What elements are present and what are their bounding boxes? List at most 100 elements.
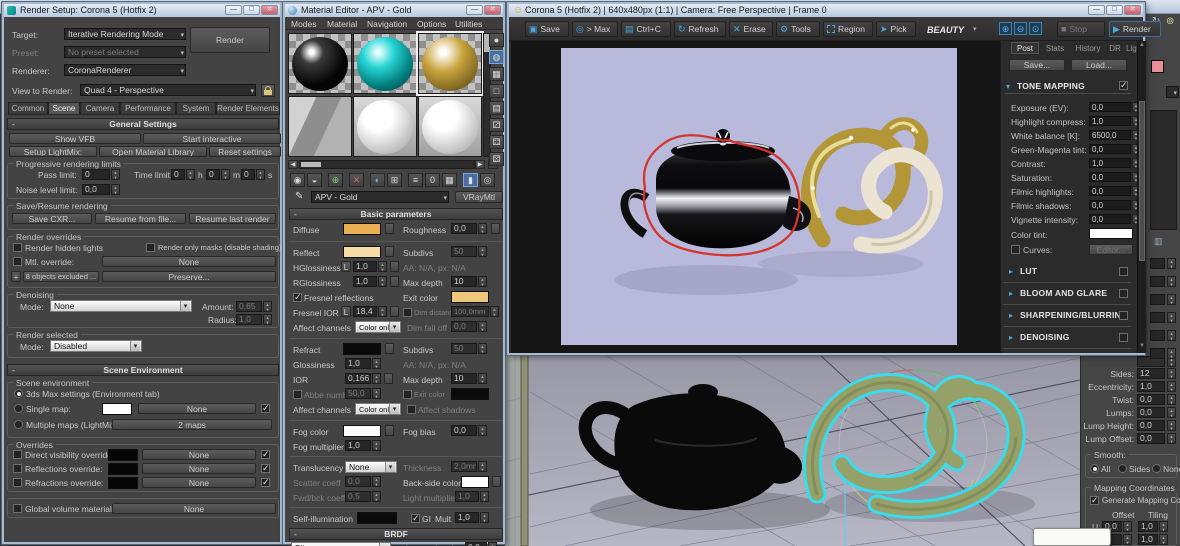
slots-hscroll-right[interactable]: ▶ [475, 160, 485, 169]
vfb-render-button[interactable]: ▶ Render [1109, 21, 1161, 37]
lut-checkbox[interactable] [1119, 267, 1128, 276]
open-material-library-button[interactable]: Open Material Library [99, 146, 207, 157]
abbe-checkbox[interactable] [293, 390, 302, 399]
uv-tiling-2-icon[interactable]: ⚂ [489, 118, 504, 132]
tab-performance[interactable]: Performance [120, 102, 176, 115]
tab-common[interactable]: Common [8, 102, 48, 115]
fresnel-ior-lock-button[interactable]: L [341, 306, 351, 317]
ior-spinner[interactable] [372, 373, 381, 384]
helpers-icon[interactable]: ⊚ [1166, 16, 1174, 27]
fresnel-ior-map-button[interactable] [390, 306, 399, 317]
scroll-down-icon[interactable]: ▼ [1139, 343, 1145, 349]
vfb-copy-button[interactable]: ▤ Ctrl+C [621, 21, 671, 37]
get-material-icon[interactable]: ◉ [290, 173, 305, 187]
material-name-dropdown[interactable]: APV - Gold [311, 191, 449, 204]
strip-spin-2[interactable] [1167, 276, 1176, 287]
exit-color2-checkbox[interactable] [403, 390, 412, 399]
partial-listbox[interactable] [1150, 110, 1177, 230]
close-button[interactable]: ✕ [261, 5, 278, 15]
lump-offset-field[interactable]: 0,0 [1137, 433, 1165, 444]
time-h-spinner[interactable] [186, 169, 195, 180]
tab-post[interactable]: Post [1011, 42, 1039, 54]
selfillum-swatch[interactable] [357, 512, 397, 524]
put-to-scene-icon[interactable]: ◒ [307, 173, 322, 187]
single-map-swatch[interactable] [102, 403, 132, 415]
reflect-map-button[interactable] [385, 246, 394, 257]
fwdbck-spinner[interactable] [372, 491, 381, 502]
glossiness-field[interactable]: 1,0 [345, 358, 371, 369]
maps-button[interactable]: 2 maps [112, 419, 272, 430]
eccentricity-spinner[interactable] [1167, 381, 1176, 392]
global-volume-none-button[interactable]: None [112, 503, 276, 514]
render-image[interactable] [561, 48, 957, 345]
material-id-icon[interactable]: ⊞ [387, 173, 402, 187]
tone-load-button[interactable]: Load... [1071, 59, 1127, 71]
gi-checkbox[interactable] [411, 513, 420, 524]
assign-to-selection-icon[interactable]: ⊕ [328, 173, 343, 187]
menu-navigation[interactable]: Navigation [367, 19, 407, 29]
material-type-button[interactable]: VRayMtl [455, 191, 503, 203]
menu-options[interactable]: Options [417, 19, 446, 29]
fresnel-checkbox[interactable] [293, 292, 302, 303]
bloom-glare-section[interactable]: ▸ BLOOM AND GLARE [1003, 285, 1131, 305]
zoom-in-icon[interactable]: ⊕ [999, 22, 1012, 35]
rglossiness-spinner[interactable] [378, 276, 387, 287]
vfb-titlebar[interactable]: ☺ Corona 5 (Hotfix 2) | 640x480px (1:1) … [509, 4, 1143, 17]
smooth-sides-radio[interactable] [1118, 464, 1127, 473]
dim-distance-spinner[interactable] [490, 306, 499, 317]
strip-field-4[interactable] [1150, 312, 1165, 323]
vfb-erase-button[interactable]: ✕ Erase [729, 21, 773, 37]
fog-multiplier-spinner[interactable] [372, 440, 381, 451]
perspective-viewport[interactable] [504, 351, 1081, 546]
time-m-spinner[interactable] [221, 169, 230, 180]
refract-max-depth-spinner[interactable] [478, 373, 487, 384]
time-m-field[interactable]: 0 [206, 169, 220, 180]
zoom-fit-icon[interactable]: ⊙ [1029, 22, 1042, 35]
scene-environment-rollout[interactable]: Scene Environment [7, 364, 279, 376]
contrast-field[interactable]: 1,0 [1089, 158, 1131, 168]
denoise-mode-dropdown[interactable]: None [50, 300, 192, 312]
sample-type-sphere-icon[interactable]: ● [489, 33, 504, 47]
anisotropy-field[interactable]: 0,0 [465, 542, 487, 546]
roughness-field[interactable]: 0,0 [451, 223, 477, 234]
max-settings-radio[interactable] [14, 389, 23, 398]
refractions-override-none-button[interactable]: None [142, 477, 256, 488]
roughness-spinner[interactable] [478, 223, 487, 234]
reset-settings-button[interactable]: Reset settings [209, 146, 281, 157]
tab-system[interactable]: System [176, 102, 216, 115]
material-slot-1[interactable] [288, 33, 352, 94]
v-tiling-field[interactable]: 1,0 [1138, 534, 1158, 545]
strip-spin-1[interactable] [1167, 258, 1176, 269]
tone-mapping-checkbox[interactable] [1119, 80, 1128, 91]
scroll-up-icon[interactable]: ▲ [1139, 42, 1145, 48]
v-tiling-spinner[interactable] [1159, 534, 1168, 545]
material-slot-3-selected[interactable] [416, 31, 484, 96]
scatter-spinner[interactable] [372, 476, 381, 487]
light-mult-spinner[interactable] [480, 491, 489, 502]
hglossiness-field[interactable]: 1,0 [353, 261, 377, 272]
tab-dr[interactable]: DR [1106, 42, 1124, 54]
saturation-field[interactable]: 0,0 [1089, 172, 1131, 182]
affect-shadows-checkbox[interactable] [407, 405, 416, 414]
vfb-minimize-button[interactable]: — [1088, 5, 1105, 15]
selfillum-mult-field[interactable]: 1,0 [455, 512, 479, 523]
v-offset-spinner[interactable] [1123, 534, 1132, 545]
abbe-spinner[interactable] [372, 388, 381, 399]
gen-mapping-checkbox[interactable] [1090, 495, 1099, 506]
channel-selector[interactable]: BEAUTY [927, 25, 964, 35]
green-magenta-field[interactable]: 0,0 [1089, 144, 1131, 154]
eccentricity-field[interactable]: 1,0 [1137, 381, 1165, 392]
dim-falloff-field[interactable]: 0,0 [451, 321, 477, 332]
reflections-override-swatch[interactable] [108, 463, 138, 475]
denoising-section[interactable]: ▸ DENOISING [1003, 329, 1131, 349]
maximize-button[interactable]: □ [243, 5, 260, 15]
material-slot-4[interactable] [288, 96, 352, 157]
color-swatch-pink[interactable] [1151, 60, 1164, 73]
sharpening-section[interactable]: ▸ SHARPENING/BLURRING [1003, 307, 1131, 327]
refract-subdivs-field[interactable]: 50 [451, 343, 477, 354]
reflections-override-map-checkbox[interactable] [261, 463, 270, 474]
reflect-max-depth-field[interactable]: 10 [451, 276, 477, 287]
affect-channels2-dropdown[interactable]: Color only [355, 403, 401, 415]
time-s-spinner[interactable] [256, 169, 265, 180]
material-editor-titlebar[interactable]: Material Editor - APV - Gold — ✕ [285, 4, 503, 17]
